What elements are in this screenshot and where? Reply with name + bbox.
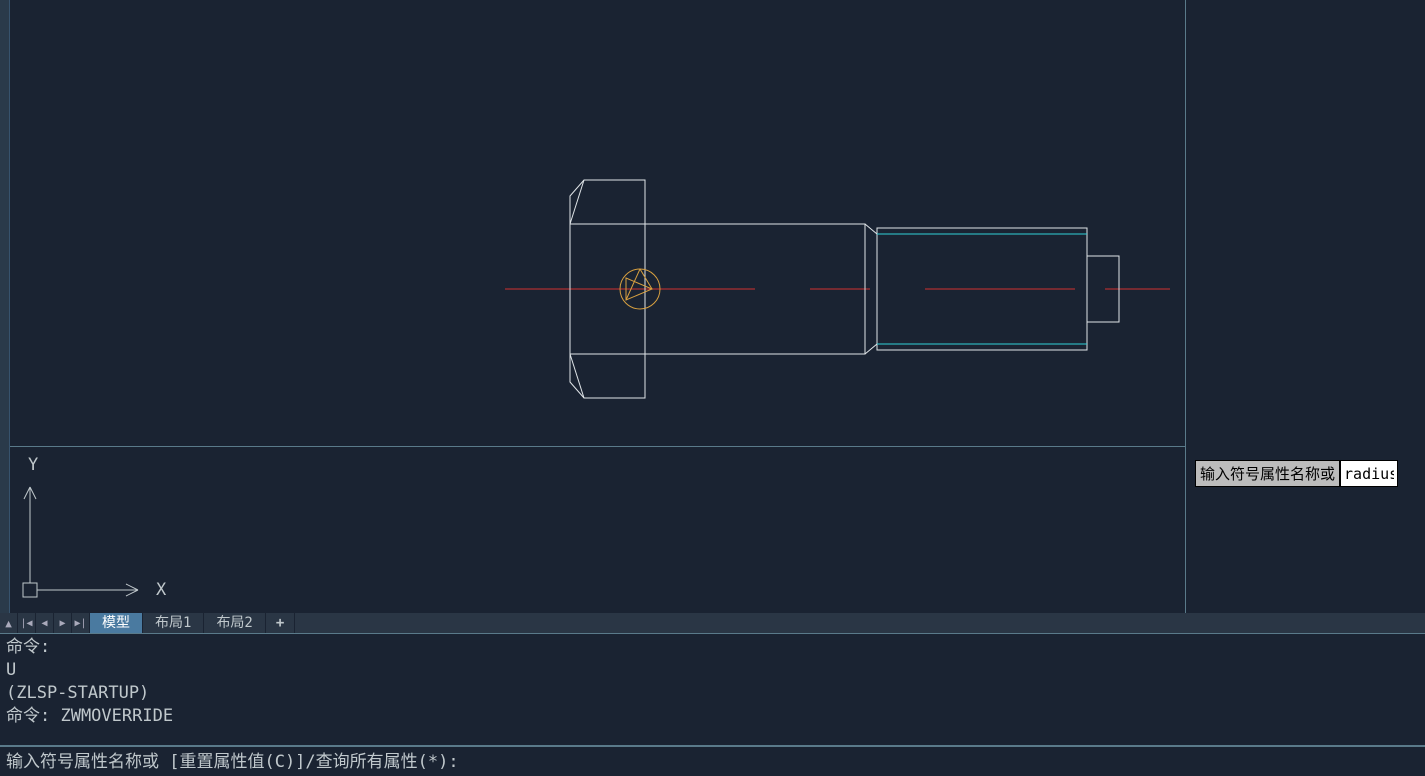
drawing-canvas-lower[interactable] [10,447,1185,613]
tab-model[interactable]: 模型 [90,613,143,633]
command-prompt-text: 输入符号属性名称或 [重置属性值(C)]/查询所有属性(*): [6,747,459,772]
floating-prompt-label: 输入符号属性名称或 [1195,460,1340,487]
command-prompt-row[interactable]: 输入符号属性名称或 [重置属性值(C)]/查询所有属性(*): [0,745,1425,771]
command-history: 命令: U (ZLSP-STARTUP) 命令: ZWMOVERRIDE [0,633,1425,743]
cmd-history-line: (ZLSP-STARTUP) [6,682,1419,705]
ucs-x-label: X [156,580,166,600]
floating-input-prompt: 输入符号属性名称或 [1195,460,1398,487]
tab-nav-prev-icon[interactable]: ◀ [36,613,54,633]
cmd-history-line: U [6,659,1419,682]
tab-nav-next-icon[interactable]: ▶ [54,613,72,633]
tab-add[interactable]: + [266,613,295,633]
ucs-icon: Y X [18,455,178,610]
cmd-history-line: 命令: [6,636,1419,659]
tab-layout1[interactable]: 布局1 [143,613,204,633]
ucs-y-label: Y [28,455,38,475]
drawing-canvas-right[interactable] [1186,0,1425,613]
left-toolbar [0,0,10,613]
tab-layout2[interactable]: 布局2 [204,613,265,633]
cmd-history-line: 命令: ZWMOVERRIDE [6,705,1419,728]
tab-nav-first-icon[interactable]: |◀ [18,613,36,633]
tab-scroll-up-icon[interactable]: ▲ [0,613,18,633]
tab-nav-last-icon[interactable]: ▶| [72,613,90,633]
cad-app: Y X 输入符号属性名称或 ▲ |◀ ◀ ▶ ▶| 模型 布局1 布局2 + 命… [0,0,1425,776]
bottom-spacer [0,771,1425,776]
layout-tab-bar: ▲ |◀ ◀ ▶ ▶| 模型 布局1 布局2 + [0,613,1425,633]
floating-prompt-input[interactable] [1340,460,1398,487]
